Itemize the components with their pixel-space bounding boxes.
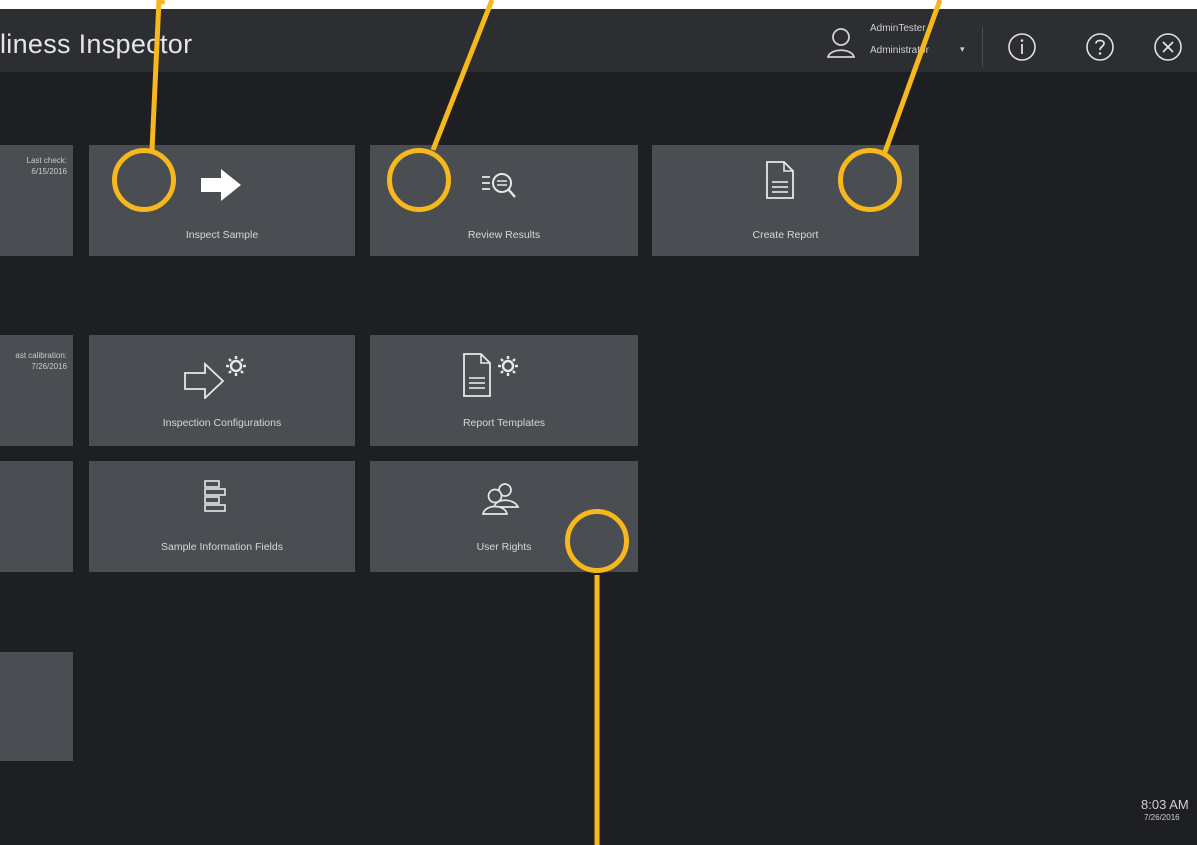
callout-leader-report	[882, 0, 943, 153]
callout-marker-report	[838, 148, 902, 212]
callout-marker-inspect	[112, 148, 176, 212]
callout-marker-review	[387, 148, 451, 212]
callout-marker-user-rights	[565, 509, 629, 573]
callout-overlay	[149, 0, 943, 845]
clock-date: 7/26/2016	[1144, 813, 1180, 822]
callout-leader-review	[430, 0, 495, 151]
clock-time: 8:03 AM	[1141, 797, 1189, 812]
callout-leader-inspect	[149, 0, 162, 151]
